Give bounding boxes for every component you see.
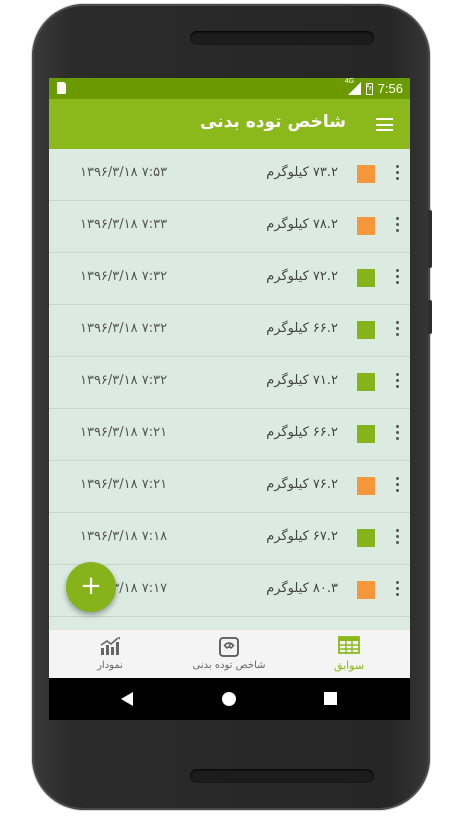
back-icon[interactable] (121, 692, 133, 706)
record-weight: ۶۶.۲ کیلوگرم (266, 425, 338, 440)
nav-chart-label: نمودار (97, 660, 123, 671)
add-record-button[interactable]: + (66, 562, 116, 612)
more-options-icon[interactable] (392, 579, 402, 599)
hamburger-menu-icon[interactable] (376, 118, 393, 131)
more-options-icon[interactable] (392, 475, 402, 495)
recent-apps-icon[interactable] (324, 692, 337, 705)
records-list[interactable]: ۷۳.۲ کیلوگرم ۱۳۹۶/۳/۱۸ ۷:۵۳ ۷۸.۲ کیلوگرم ۱۳… (49, 149, 410, 630)
nav-chart[interactable]: نمودار (65, 630, 155, 679)
status-bar: 4G 7:56 (49, 78, 410, 99)
record-datetime: ۱۳۹۶/۳/۱۸ ۷:۲۱ (80, 425, 168, 440)
page-title: شاخص توده بدنی (200, 112, 346, 132)
record-datetime: ۱۳۹۶/۳/۱۸ ۷:۳۳ (80, 217, 168, 232)
bmi-status-swatch (357, 269, 375, 287)
bmi-status-swatch (357, 529, 375, 547)
record-datetime: ۱۳۹۶/۳/۱۸ ۷:۱۸ (80, 529, 168, 544)
record-row[interactable]: ۶۶.۲ کیلوگرم ۱۳۹۶/۳/۱۸ ۷:۲۱ (49, 409, 410, 461)
table-icon (338, 636, 360, 654)
record-datetime: ۱۳۹۶/۳/۱۸ ۷:۳۲ (80, 269, 168, 284)
nav-history-label: سوابق (333, 659, 365, 672)
bmi-status-swatch (357, 217, 375, 235)
scale-icon (219, 637, 239, 657)
record-row[interactable]: ۶۷.۲ کیلوگرم ۱۳۹۶/۳/۱۸ ۷:۱۸ (49, 513, 410, 565)
record-datetime: ۱۳۹۶/۳/۱۸ ۷:۲۱ (80, 477, 168, 492)
network-type: 4G (344, 78, 355, 85)
sd-card-icon (57, 82, 66, 94)
record-datetime: ۱۳۹۶/۳/۱۸ ۷:۵۳ (80, 165, 168, 180)
bmi-status-swatch (357, 425, 375, 443)
more-options-icon[interactable] (392, 371, 402, 391)
more-options-icon[interactable] (392, 423, 402, 443)
system-navigation-bar (49, 678, 410, 720)
clock: 7:56 (377, 81, 403, 96)
nav-history[interactable]: سوابق (309, 630, 389, 679)
bmi-status-swatch (357, 321, 375, 339)
battery-charging-icon (365, 82, 373, 95)
record-weight: ۷۶.۲ کیلوگرم (266, 477, 338, 492)
record-row[interactable]: ۷۳.۲ کیلوگرم ۱۳۹۶/۳/۱۸ ۷:۵۳ (49, 149, 410, 201)
record-row[interactable]: ۷۶.۲ کیلوگرم ۱۳۹۶/۳/۱۸ ۷:۲۱ (49, 461, 410, 513)
record-datetime: ۱۳۹۶/۳/۱۸ ۷:۳۲ (80, 373, 168, 388)
app-toolbar: شاخص توده بدنی (49, 99, 410, 149)
app-screen: 4G 7:56 شاخص توده بدنی ۷۳.۲ کیلوگرم ۱۳۹۶/… (49, 78, 410, 720)
chart-icon (100, 637, 120, 655)
record-weight: ۷۳.۲ کیلوگرم (266, 165, 338, 180)
home-icon[interactable] (222, 692, 236, 706)
volume-button (428, 210, 432, 268)
bmi-status-swatch (357, 581, 375, 599)
record-weight: ۷۲.۲ کیلوگرم (266, 269, 338, 284)
record-datetime: ۱۳۹۶/۳/۱۸ ۷:۳۲ (80, 321, 168, 336)
record-row[interactable]: ۷۲.۲ کیلوگرم ۱۳۹۶/۳/۱۸ ۷:۳۲ (49, 253, 410, 305)
nav-bmi-label: شاخص توده بدنی (192, 660, 266, 671)
power-button (428, 300, 432, 334)
nav-bmi[interactable]: شاخص توده بدنی (184, 630, 274, 679)
bmi-status-swatch (357, 373, 375, 391)
more-options-icon[interactable] (392, 215, 402, 235)
more-options-icon[interactable] (392, 319, 402, 339)
record-weight: ۶۶.۲ کیلوگرم (266, 321, 338, 336)
record-row[interactable]: ۶۶.۲ کیلوگرم ۱۳۹۶/۳/۱۸ ۷:۳۲ (49, 305, 410, 357)
record-weight: ۶۷.۲ کیلوگرم (266, 529, 338, 544)
bmi-status-swatch (357, 477, 375, 495)
top-speaker (190, 31, 374, 45)
more-options-icon[interactable] (392, 267, 402, 287)
record-weight: ۷۸.۲ کیلوگرم (266, 217, 338, 232)
record-weight: ۸۰.۳ کیلوگرم (266, 581, 338, 596)
record-weight: ۷۱.۲ کیلوگرم (266, 373, 338, 388)
bottom-navigation: نمودار شاخص توده بدنی سوابق (49, 629, 410, 679)
record-row[interactable]: ۷۱.۲ کیلوگرم ۱۳۹۶/۳/۱۸ ۷:۳۲ (49, 357, 410, 409)
signal-icon: 4G (345, 78, 361, 95)
more-options-icon[interactable] (392, 163, 402, 183)
record-row[interactable]: ۷۸.۲ کیلوگرم ۱۳۹۶/۳/۱۸ ۷:۳۳ (49, 201, 410, 253)
bottom-speaker (190, 769, 374, 783)
bmi-status-swatch (357, 165, 375, 183)
more-options-icon[interactable] (392, 527, 402, 547)
